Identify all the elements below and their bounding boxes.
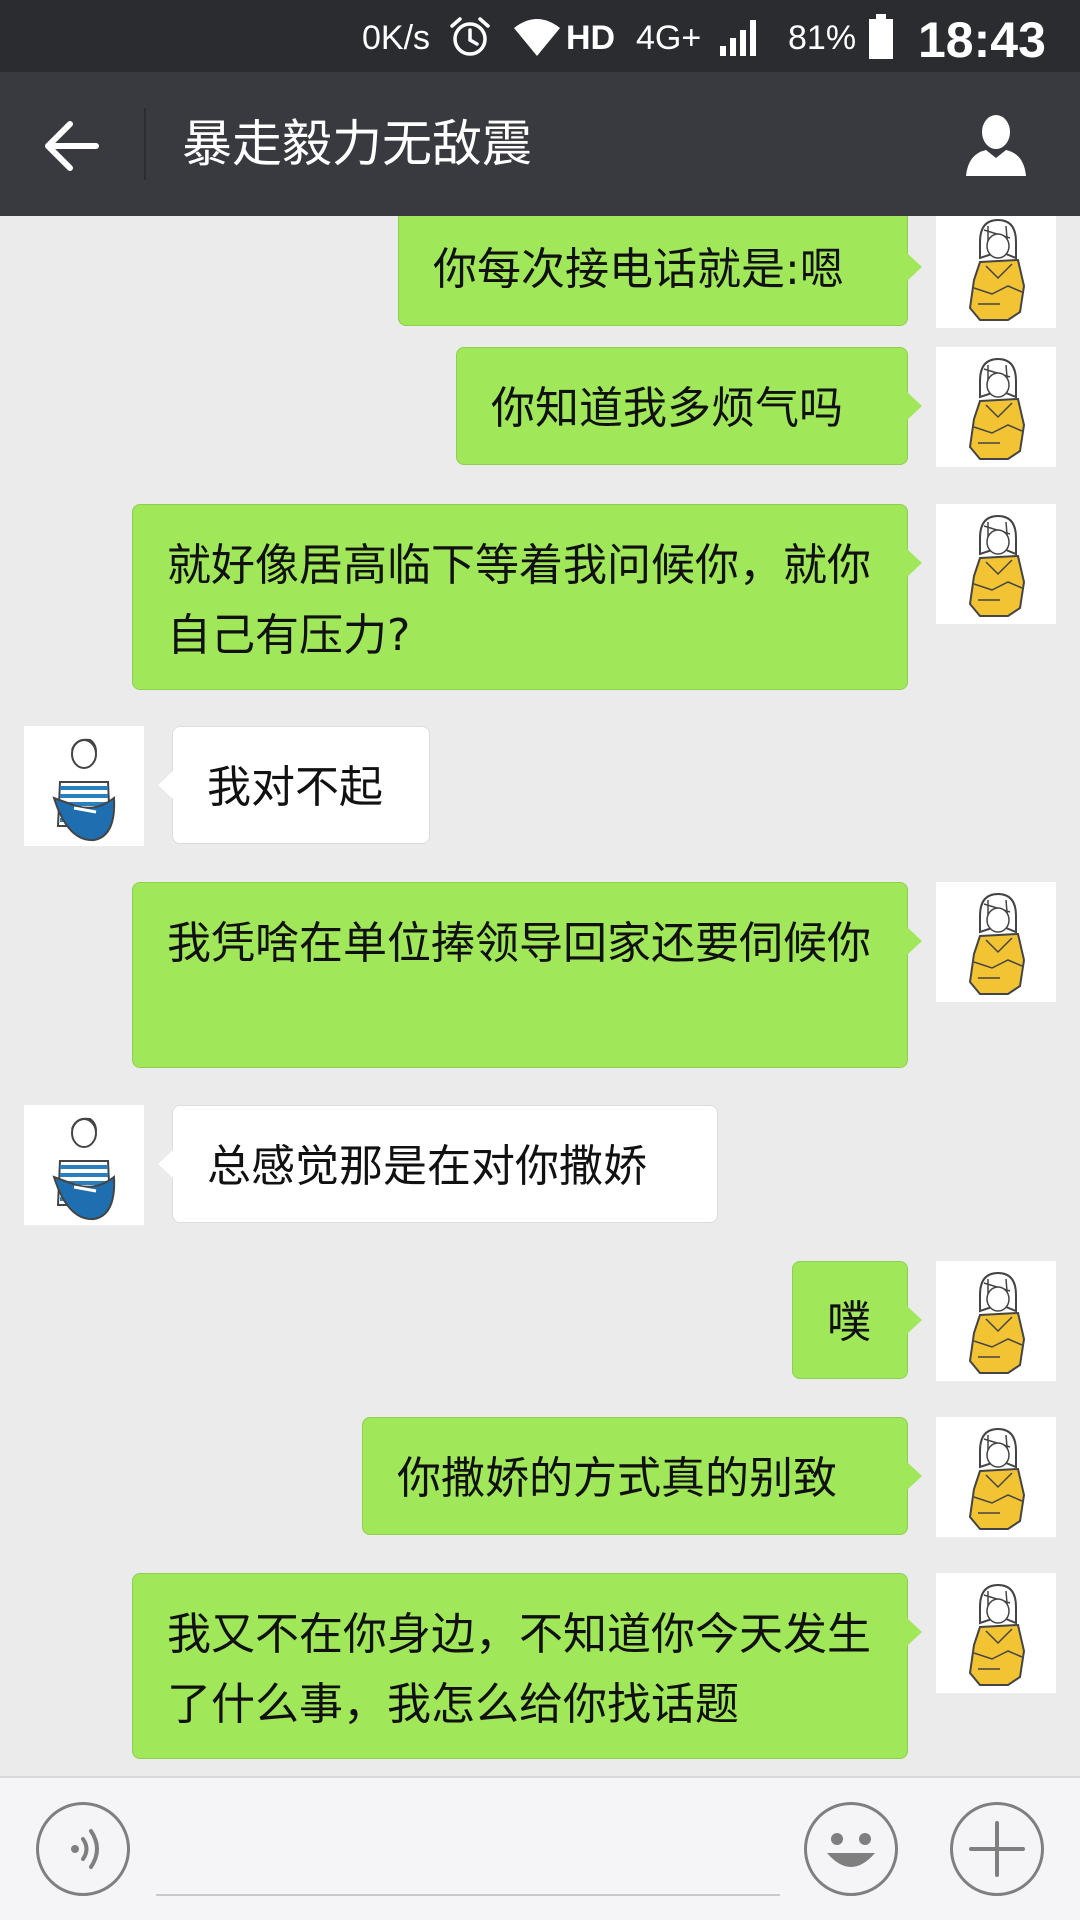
emoji-button[interactable] (804, 1802, 898, 1896)
network-type: 4G+ (636, 19, 702, 57)
message-bubble[interactable]: 噗 (792, 1261, 922, 1379)
wifi-icon (512, 16, 562, 58)
message-bubble[interactable]: 我又不在你身边，不知道你今天发生了什么事，我怎么给你找话题 (132, 1573, 922, 1759)
voice-icon (71, 1829, 99, 1869)
more-button[interactable] (950, 1802, 1044, 1896)
clock: 18:43 (918, 12, 1046, 68)
chat-title: 暴走毅力无敌震 (182, 115, 532, 173)
message-input[interactable] (156, 1802, 780, 1896)
voice-button[interactable] (36, 1802, 130, 1896)
message-bubble[interactable]: 你知道我多烦气吗 (456, 347, 922, 465)
emoji-icon (827, 1833, 875, 1867)
message-list[interactable]: 你每次接电话就是:嗯 你知道我多烦气吗 就好像居高临下等着我问候你，就你自己有压… (0, 216, 1080, 1776)
message-bubble[interactable]: 就好像居高临下等着我问候你，就你自己有压力? (132, 504, 922, 690)
title-divider (144, 108, 146, 180)
plus-icon (969, 1821, 1025, 1877)
signal-icon (718, 14, 764, 58)
message-bubble[interactable]: 我凭啥在单位捧领导回家还要伺候你 (132, 882, 922, 1068)
battery-percent: 81% (788, 19, 857, 57)
message-bubble[interactable]: 你撒娇的方式真的别致 (362, 1417, 922, 1535)
alarm-icon (448, 15, 492, 59)
contact-avatar[interactable] (24, 726, 144, 846)
my-avatar[interactable] (936, 347, 1056, 467)
back-button[interactable] (40, 114, 104, 178)
message-bubble[interactable]: 我对不起 (158, 726, 430, 844)
my-avatar[interactable] (936, 1573, 1056, 1693)
my-avatar[interactable] (936, 882, 1056, 1002)
my-avatar[interactable] (936, 1261, 1056, 1381)
title-bar: 暴走毅力无敌震 (0, 72, 1080, 216)
status-bar: 0K/s HD 4G+ 81% 18:43 (0, 0, 1080, 72)
arrow-left-icon (45, 121, 99, 171)
my-avatar[interactable] (936, 1417, 1056, 1537)
battery-icon (868, 14, 894, 60)
network-speed: 0K/s (362, 19, 431, 57)
message-bubble[interactable]: 你每次接电话就是:嗯 (398, 216, 922, 326)
hd-indicator: HD (566, 19, 616, 57)
message-bubble[interactable]: 总感觉那是在对你撒娇 (158, 1105, 718, 1223)
profile-button[interactable] (964, 112, 1028, 178)
input-bar (0, 1776, 1080, 1920)
contact-avatar[interactable] (24, 1105, 144, 1225)
person-icon (966, 115, 1026, 176)
my-avatar[interactable] (936, 504, 1056, 624)
my-avatar[interactable] (936, 216, 1056, 328)
